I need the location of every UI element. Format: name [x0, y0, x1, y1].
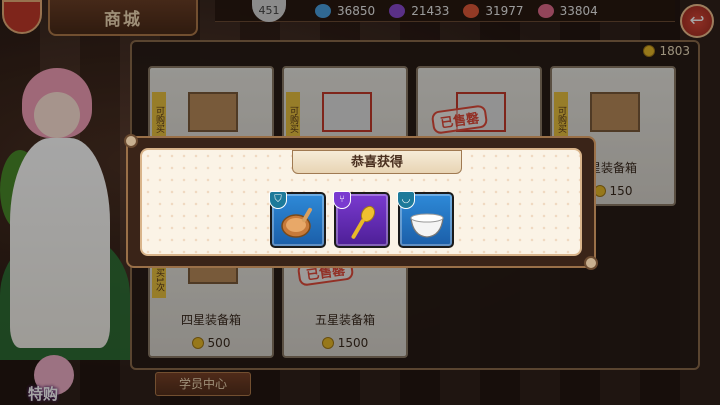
reward-item-frying-pan[interactable]: ⛉	[269, 191, 326, 248]
reward-dialog-body: 恭喜获得 ⛉ ⑂ ◡	[140, 148, 582, 256]
reward-item-white-bowl[interactable]: ◡	[397, 191, 454, 248]
rivet-decoration	[584, 256, 598, 270]
rivet-decoration	[124, 134, 138, 148]
reward-item-golden-spoon[interactable]: ⑂	[333, 191, 390, 248]
frying-pan-icon	[281, 207, 312, 238]
white-bowl-icon	[410, 213, 444, 238]
golden-spoon-icon	[351, 205, 376, 239]
reward-dialog: 恭喜获得 ⛉ ⑂ ◡	[124, 134, 598, 270]
dialog-title: 恭喜获得	[292, 150, 462, 174]
